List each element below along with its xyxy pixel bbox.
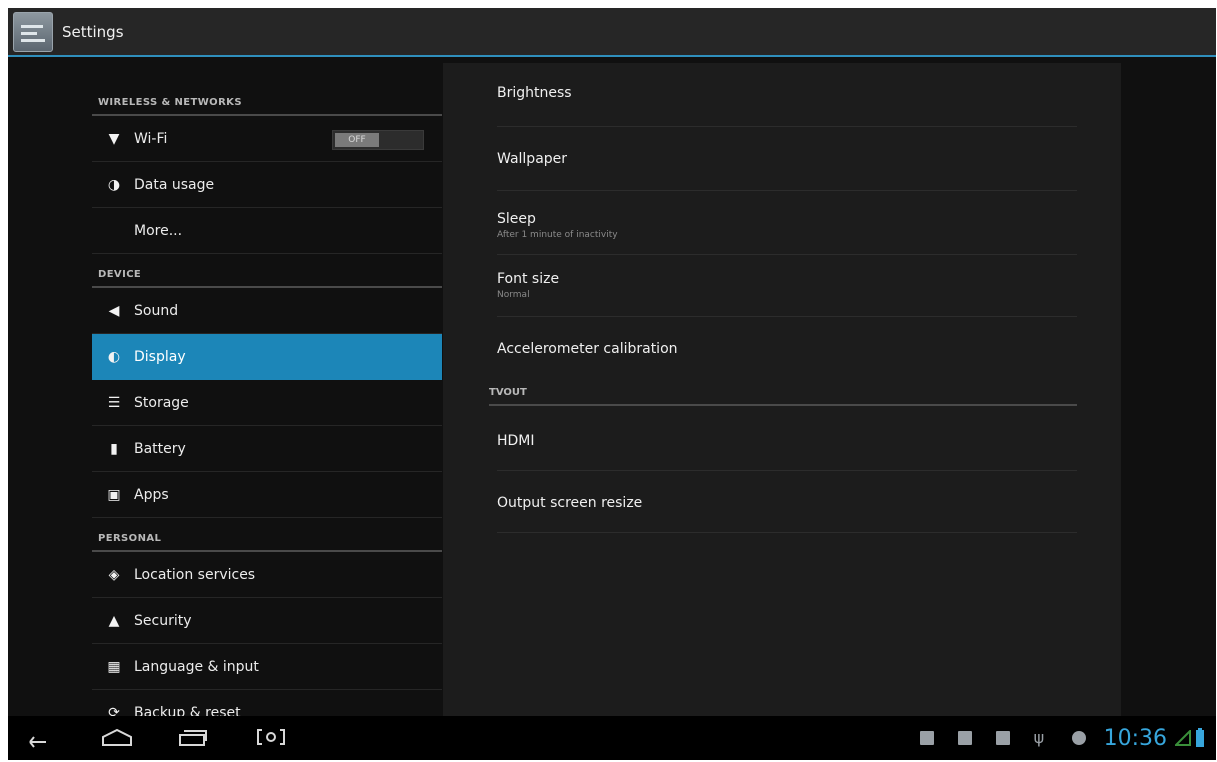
- wifi-icon: ▼: [108, 130, 120, 147]
- status-area[interactable]: ψ 10:36: [908, 716, 1216, 760]
- sidebar-item-apps[interactable]: ▣ Apps: [92, 472, 442, 518]
- back-icon[interactable]: [22, 726, 48, 748]
- system-nav-bar: ψ 10:36: [8, 716, 1216, 760]
- sidebar-item-label: Sound: [134, 302, 179, 319]
- sidebar-item-label: More...: [134, 222, 183, 239]
- sidebar-item-wifi[interactable]: ▼ Wi-Fi OFF: [92, 116, 442, 162]
- section-header-wireless: WIRELESS & NETWORKS: [92, 72, 442, 116]
- setting-brightness[interactable]: Brightness: [497, 73, 1077, 127]
- tablet-screen: Settings WIRELESS & NETWORKS ▼ Wi-Fi OFF…: [8, 8, 1216, 760]
- sidebar-item-storage[interactable]: ☰ Storage: [92, 380, 442, 426]
- setting-wallpaper[interactable]: Wallpaper: [497, 131, 1077, 191]
- display-icon: ◐: [107, 348, 121, 365]
- sidebar-item-data-usage[interactable]: ◑ Data usage: [92, 162, 442, 208]
- sidebar-item-label: Apps: [134, 486, 169, 503]
- setting-title: Output screen resize: [497, 495, 643, 511]
- setting-sleep[interactable]: Sleep After 1 minute of inactivity: [497, 195, 1077, 255]
- setting-title: Accelerometer calibration: [497, 341, 678, 357]
- setting-summary: Normal: [497, 290, 530, 300]
- apps-icon: ▣: [107, 486, 121, 503]
- image-icon: [957, 731, 972, 745]
- usb-icon: ψ: [1033, 728, 1045, 747]
- sidebar-item-label: Storage: [134, 394, 189, 411]
- lock-icon: ▲: [108, 612, 120, 629]
- data-usage-icon: ◑: [107, 176, 121, 193]
- sidebar-item-label: Display: [134, 348, 186, 365]
- setting-title: HDMI: [497, 433, 535, 449]
- screenshot-icon[interactable]: [254, 726, 288, 748]
- sidebar-item-label: Battery: [134, 440, 186, 457]
- sidebar-item-label: Security: [134, 612, 192, 629]
- notification-icon: [995, 731, 1010, 745]
- sidebar-item-sound[interactable]: ◀ Sound: [92, 288, 442, 334]
- app-title: Settings: [62, 22, 124, 41]
- notification-icon: [919, 731, 934, 745]
- section-header-device: DEVICE: [92, 254, 442, 288]
- sidebar-item-language[interactable]: ▦ Language & input: [92, 644, 442, 690]
- setting-title: Brightness: [497, 85, 572, 101]
- sidebar-item-battery[interactable]: ▮ Battery: [92, 426, 442, 472]
- sidebar-item-display[interactable]: ◐ Display: [92, 334, 442, 380]
- wifi-toggle[interactable]: OFF: [332, 130, 424, 150]
- battery-icon: ▮: [110, 440, 118, 457]
- signal-icon: [1175, 730, 1191, 746]
- toggle-state: OFF: [335, 133, 379, 147]
- sidebar-item-more[interactable]: More...: [92, 208, 442, 254]
- home-icon[interactable]: [100, 726, 134, 748]
- location-icon: ◈: [108, 566, 120, 583]
- action-bar: Settings: [8, 8, 1216, 57]
- recent-apps-icon[interactable]: [178, 726, 208, 748]
- sidebar-item-label: Language & input: [134, 658, 259, 675]
- display-settings-panel: Brightness Wallpaper Sleep After 1 minut…: [443, 63, 1121, 720]
- language-icon: ▦: [107, 658, 121, 675]
- storage-icon: ☰: [107, 394, 121, 411]
- setting-title: Font size: [497, 271, 560, 287]
- setting-title: Wallpaper: [497, 151, 568, 167]
- sidebar-item-location[interactable]: ◈ Location services: [92, 552, 442, 598]
- section-header-tvout: TVOUT: [489, 387, 1077, 406]
- setting-title: Sleep: [497, 211, 536, 227]
- setting-accelerometer-calibration[interactable]: Accelerometer calibration: [497, 321, 1077, 373]
- speaker-icon: ◀: [108, 302, 120, 319]
- sidebar-item-security[interactable]: ▲ Security: [92, 598, 442, 644]
- clock: 10:36: [1103, 725, 1167, 751]
- settings-category-list: WIRELESS & NETWORKS ▼ Wi-Fi OFF ◑ Data u…: [92, 72, 442, 720]
- sidebar-item-label: Data usage: [134, 176, 215, 193]
- setting-output-screen-resize[interactable]: Output screen resize: [497, 475, 1077, 533]
- android-icon: [1071, 731, 1086, 745]
- sidebar-item-label: Wi-Fi: [134, 130, 168, 147]
- section-header-personal: PERSONAL: [92, 518, 442, 552]
- battery-status-icon: [1196, 728, 1204, 747]
- setting-font-size[interactable]: Font size Normal: [497, 257, 1077, 317]
- sidebar-item-label: Location services: [134, 566, 256, 583]
- setting-summary: After 1 minute of inactivity: [497, 230, 618, 240]
- setting-hdmi[interactable]: HDMI: [497, 413, 1077, 471]
- settings-app-icon[interactable]: [13, 11, 53, 52]
